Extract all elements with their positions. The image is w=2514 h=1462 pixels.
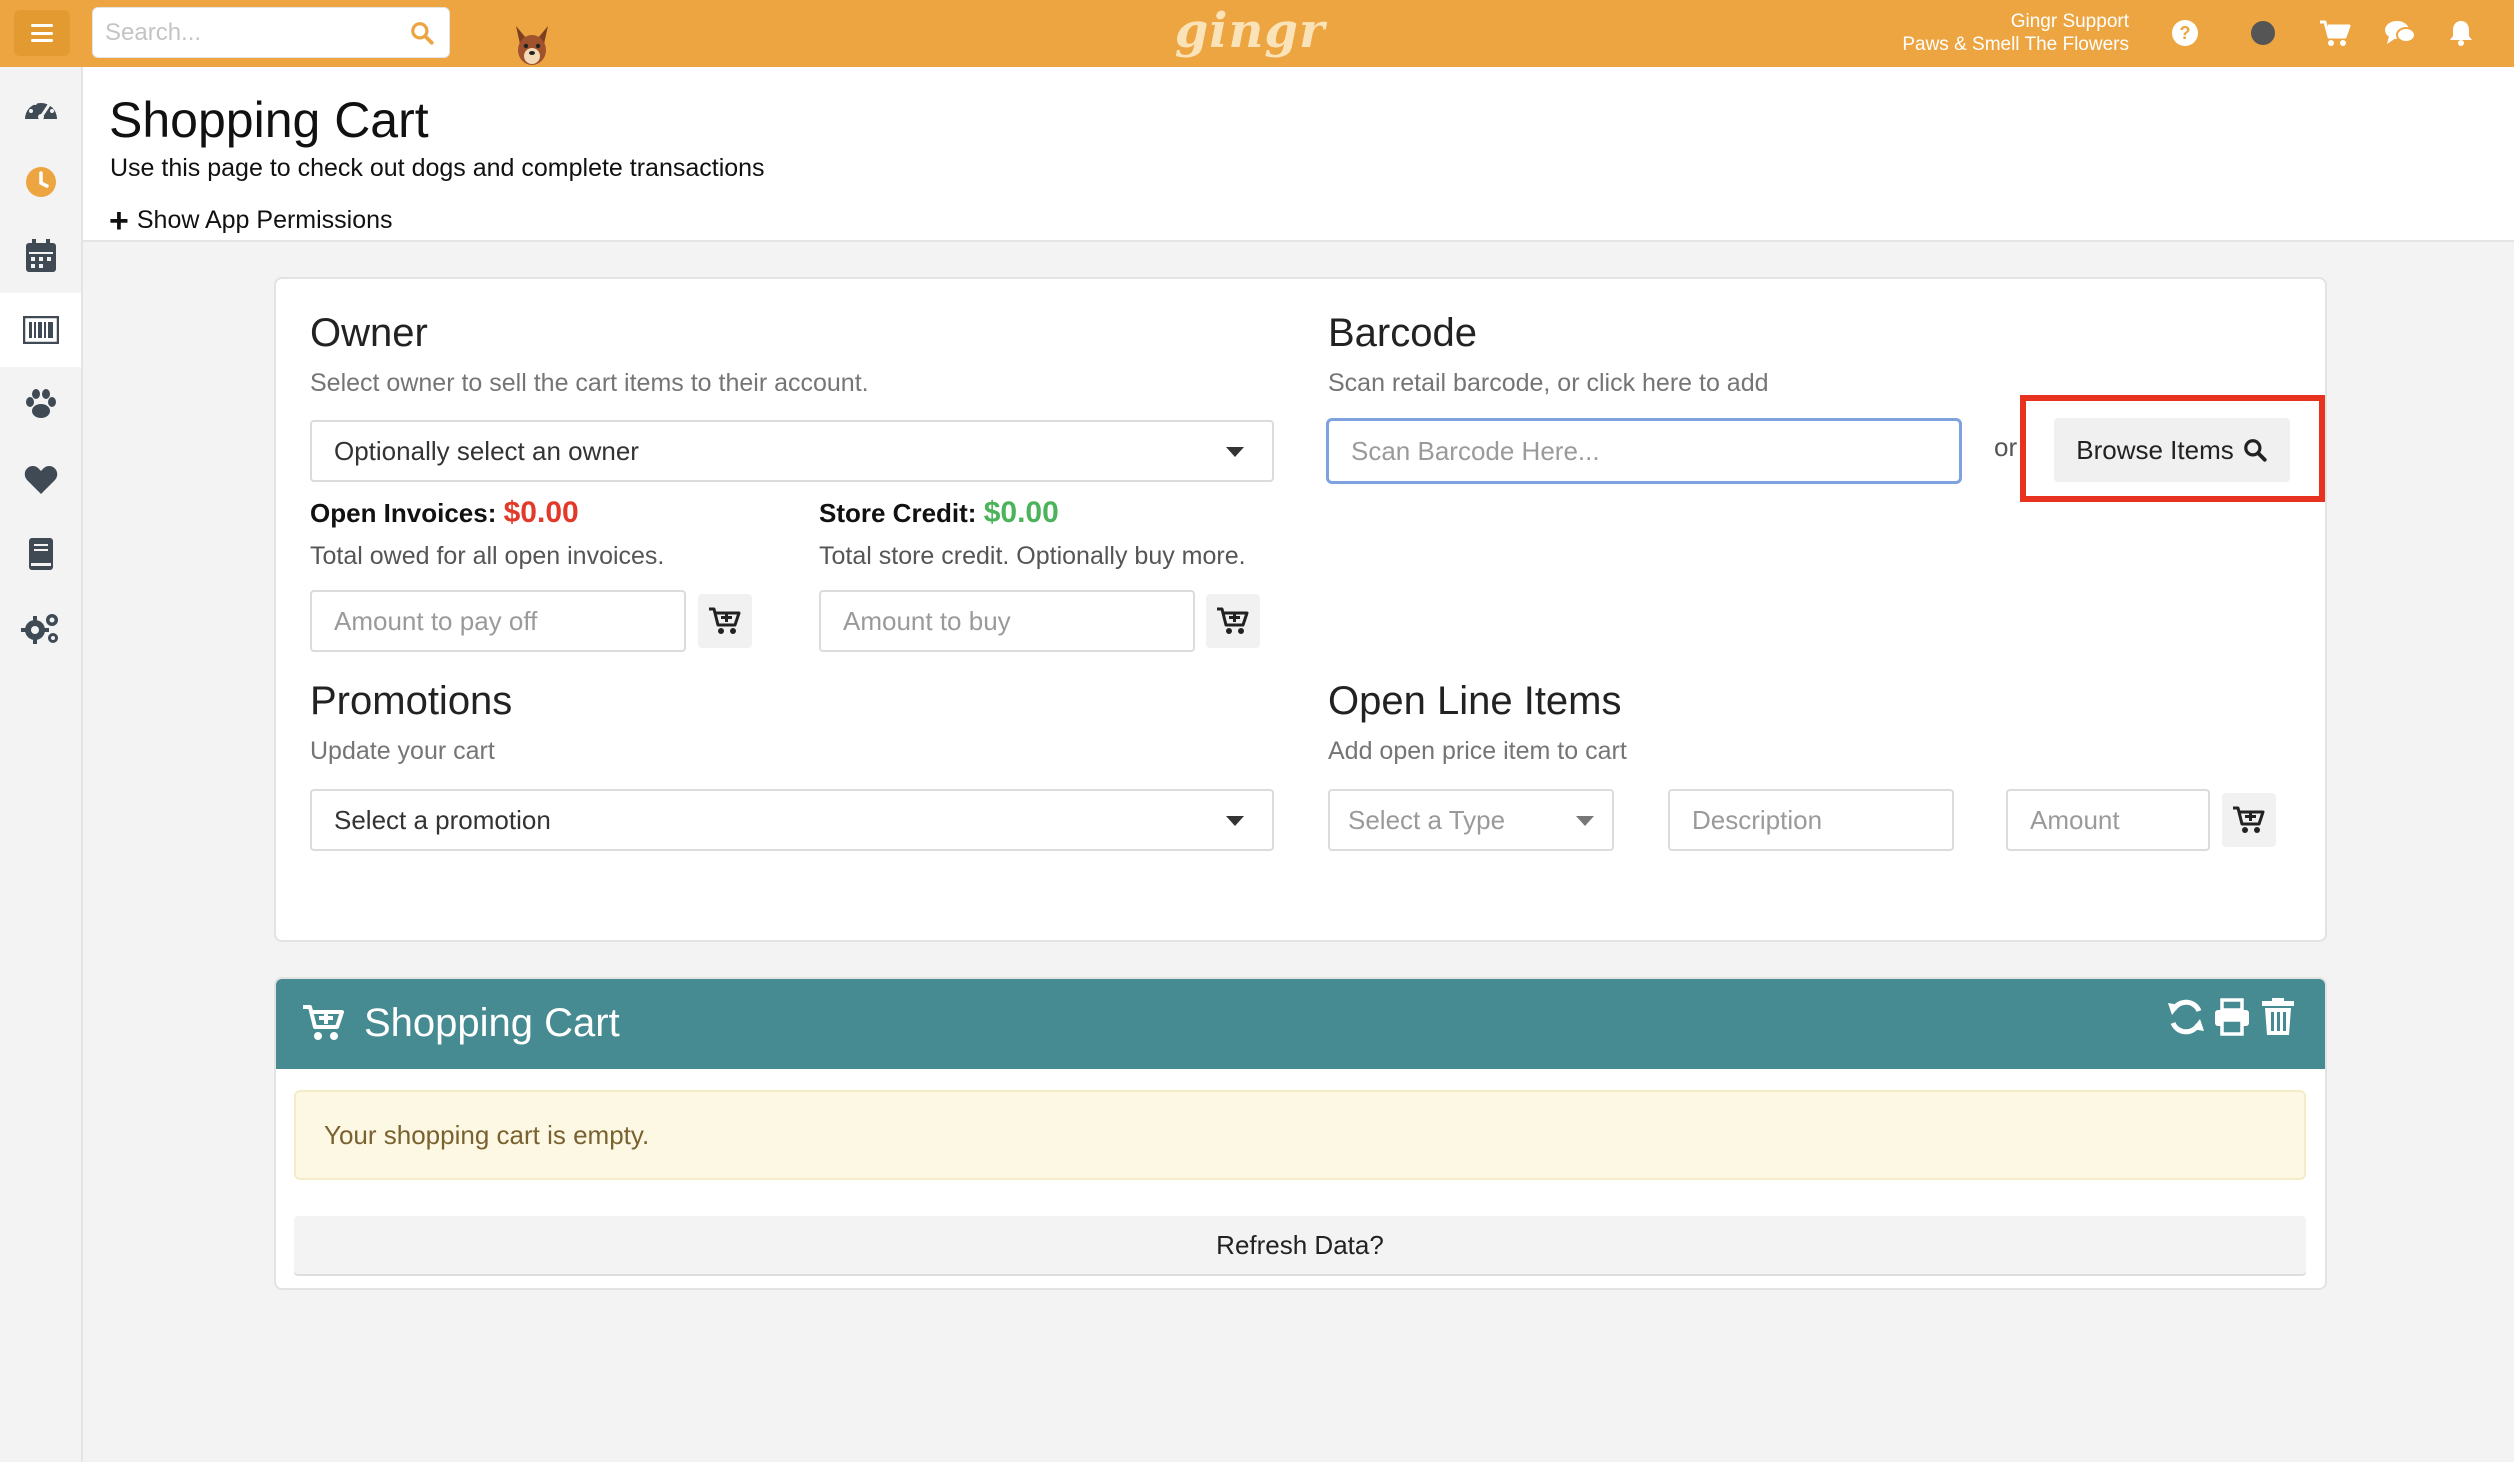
cart-empty-message: Your shopping cart is empty. <box>294 1090 2306 1180</box>
open-line-items-title: Open Line Items <box>1328 679 1622 723</box>
chat-icon[interactable] <box>2381 14 2419 52</box>
page-subtitle: Use this page to check out dogs and comp… <box>110 154 765 182</box>
cart-plus-icon <box>709 607 741 634</box>
chevron-down-icon <box>1576 816 1594 826</box>
hamburger-icon <box>31 24 53 42</box>
sidebar-item-pets[interactable] <box>0 367 81 441</box>
heart-icon <box>24 466 57 494</box>
barcode-subtitle: Scan retail barcode, or click here to ad… <box>1328 369 1769 397</box>
shopping-cart-panel: Shopping Cart Your shopping cart is empt… <box>274 977 2327 1290</box>
store-credit-label: Store Credit: <box>819 498 977 528</box>
search-input[interactable] <box>93 8 383 57</box>
cart-title: Shopping Cart <box>364 1001 620 1045</box>
highlight-annotation <box>2020 395 2325 502</box>
line-item-add-button[interactable] <box>2222 793 2276 847</box>
cart-plus-icon <box>303 1005 344 1040</box>
cart-header: Shopping Cart <box>276 979 2325 1069</box>
open-invoices-amount: $0.00 <box>503 496 579 529</box>
barcode-icon <box>22 316 59 344</box>
line-item-description-input[interactable] <box>1668 789 1954 851</box>
dashboard-icon <box>24 98 57 120</box>
promotions-subtitle: Update your cart <box>310 737 495 765</box>
cart-icon[interactable] <box>2316 14 2354 52</box>
menu-button[interactable] <box>14 10 70 56</box>
or-separator: or <box>1994 432 2018 462</box>
sidebar <box>0 67 83 1462</box>
dog-mascot-icon <box>516 26 548 65</box>
sidebar-item-retail[interactable] <box>0 293 81 367</box>
open-invoices-label: Open Invoices: <box>310 498 497 528</box>
chevron-down-icon <box>1226 447 1244 457</box>
book-icon <box>28 538 53 570</box>
sidebar-item-calendar[interactable] <box>0 219 81 293</box>
open-line-items-subtitle: Add open price item to cart <box>1328 737 1627 765</box>
chevron-down-icon <box>1226 816 1244 826</box>
sidebar-item-dashboard[interactable] <box>0 71 81 145</box>
sidebar-item-reports[interactable] <box>0 517 81 591</box>
owner-select-value: Optionally select an owner <box>334 436 639 466</box>
pay-off-add-button[interactable] <box>698 594 752 648</box>
barcode-input[interactable] <box>1326 418 1962 484</box>
clock-icon <box>25 167 56 197</box>
show-app-permissions-link[interactable]: + Show App Permissions <box>109 201 393 240</box>
refresh-icon[interactable] <box>2164 995 2208 1039</box>
page-title: Shopping Cart <box>109 92 429 148</box>
promotion-select-value: Select a promotion <box>334 805 551 835</box>
bell-icon[interactable] <box>2442 14 2480 52</box>
owner-subtitle: Select owner to sell the cart items to t… <box>310 369 869 397</box>
checkout-panel: Owner Select owner to sell the cart item… <box>274 277 2327 942</box>
promotion-select[interactable]: Select a promotion <box>310 789 1274 851</box>
open-invoices: Open Invoices: $0.00 <box>310 496 579 530</box>
search-icon[interactable] <box>409 20 435 46</box>
store-credit-amount: $0.00 <box>983 496 1059 529</box>
owner-title: Owner <box>310 311 428 355</box>
global-search <box>92 7 450 58</box>
open-invoices-desc: Total owed for all open invoices. <box>310 542 665 570</box>
buy-credit-add-button[interactable] <box>1206 594 1260 648</box>
permissions-label: Show App Permissions <box>136 206 393 234</box>
user-info[interactable]: Gingr Support Paws & Smell The Flowers <box>1902 10 2129 56</box>
refresh-data-button[interactable]: Refresh Data? <box>294 1216 2306 1274</box>
settings-icon <box>20 614 58 644</box>
buy-credit-amount-input[interactable] <box>819 590 1195 652</box>
status-dot-icon[interactable] <box>2244 14 2282 52</box>
location-name: Paws & Smell The Flowers <box>1902 34 2129 55</box>
paw-icon <box>25 389 56 418</box>
line-item-type-select[interactable]: Select a Type <box>1328 789 1614 851</box>
barcode-title: Barcode <box>1328 311 1477 355</box>
calendar-icon <box>25 239 56 272</box>
line-item-type-value: Select a Type <box>1348 805 1506 835</box>
user-name: Gingr Support <box>2010 11 2129 32</box>
promotions-title: Promotions <box>310 679 513 723</box>
store-credit: Store Credit: $0.00 <box>819 496 1059 530</box>
gingr-logo[interactable]: gingr <box>1170 2 1330 62</box>
owner-select[interactable]: Optionally select an owner <box>310 420 1274 482</box>
line-item-amount-input[interactable] <box>2006 789 2210 851</box>
sidebar-item-favorites[interactable] <box>0 443 81 517</box>
print-icon[interactable] <box>2210 995 2254 1039</box>
top-bar: gingr Gingr Support Paws & Smell The Flo… <box>0 0 2514 67</box>
sidebar-item-settings[interactable] <box>0 591 81 665</box>
store-credit-desc: Total store credit. Optionally buy more. <box>819 542 1246 570</box>
cart-plus-icon <box>1217 607 1249 634</box>
plus-icon: + <box>109 201 129 240</box>
pay-off-amount-input[interactable] <box>310 590 686 652</box>
page-header: Shopping Cart Use this page to check out… <box>83 67 2514 242</box>
help-icon[interactable]: ? <box>2166 14 2204 52</box>
sidebar-item-clock[interactable] <box>0 145 81 219</box>
trash-icon[interactable] <box>2256 995 2300 1039</box>
svg-text:?: ? <box>2180 23 2191 43</box>
cart-plus-icon <box>2233 806 2265 833</box>
